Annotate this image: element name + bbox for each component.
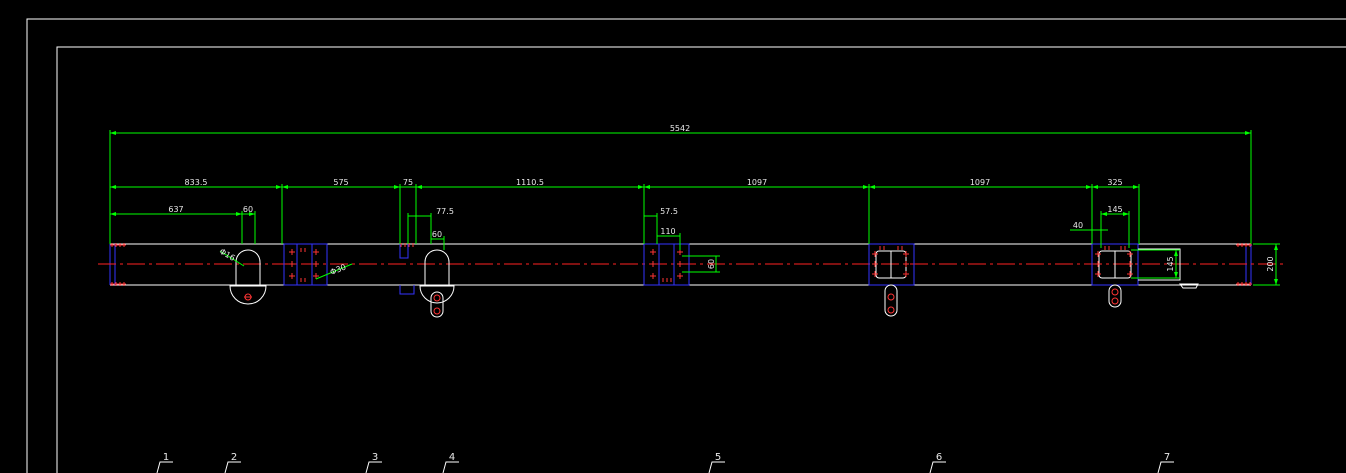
dimension-lines [109,130,1280,286]
dimension-arrows [110,131,1278,285]
dim-overall: 5542 [670,124,690,133]
connection-plate-3 [868,243,915,317]
callout-5: 5 [715,452,721,463]
dim-chain-4: 1110.5 [516,178,544,187]
dim-chain-5: 1097 [747,178,767,187]
dim-phi16: Φ16 [218,247,237,263]
callout-7: 7 [1164,452,1170,463]
dim-chain-3: 75 [403,178,413,187]
callout-4: 4 [449,452,455,463]
callout-1: 1 [163,452,169,463]
dim-145: 145 [1107,205,1122,214]
lifting-lug-2 [419,249,455,318]
outer-frame [26,18,1346,473]
dim-145-vertical: 145 [1166,256,1175,271]
dim-60-lug1: 60 [243,205,253,214]
dim-chain-2: 575 [333,178,348,187]
cad-drawing-canvas: 5542 833.5 575 75 1110.5 1097 1097 325 6… [26,18,1346,473]
callout-2: 2 [231,452,237,463]
dim-chain-1: 833.5 [185,178,208,187]
dim-57-5: 57.5 [660,207,678,216]
dim-chain-6: 1097 [970,178,990,187]
inner-frame [56,46,1346,473]
lifting-lug-1 [229,249,267,305]
dim-40: 40 [1073,221,1083,230]
dim-77-5: 77.5 [436,207,454,216]
step-bracket-3 [399,243,415,295]
callout-leaders [156,461,1174,473]
dim-637: 637 [168,205,183,214]
callout-3: 3 [372,452,378,463]
callout-6: 6 [936,452,942,463]
dim-200: 200 [1266,256,1275,271]
dim-60-lug2: 60 [432,230,442,239]
dim-chain-7: 325 [1107,178,1122,187]
dim-110: 110 [660,227,675,236]
connection-plate-4 [1091,243,1199,308]
dim-phi30: Φ30 [329,262,348,277]
dim-60-plate2: 60 [707,259,716,269]
